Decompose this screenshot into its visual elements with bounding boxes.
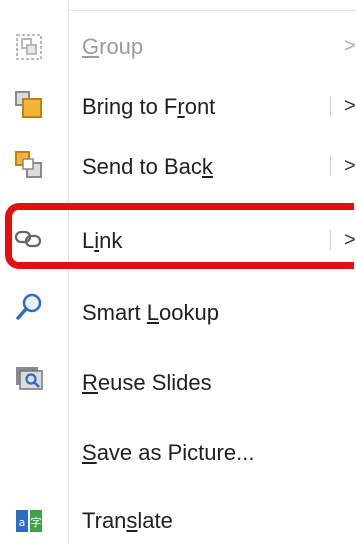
reuse-slides-icon	[14, 364, 44, 394]
smart-lookup-icon	[14, 292, 44, 322]
submenu-arrow-icon: >	[344, 35, 356, 57]
menu-item-link[interactable]: Link >	[0, 210, 356, 266]
menu-item-label: Reuse Slides	[82, 370, 212, 395]
submenu-arrow-icon: >	[344, 155, 356, 177]
menu-item-label: Send to Back	[82, 154, 213, 179]
link-icon	[14, 224, 44, 254]
send-to-back-icon	[14, 150, 44, 180]
svg-text:a: a	[19, 516, 26, 529]
submenu-arrow-icon: >	[344, 95, 356, 117]
menu-item-send-to-back[interactable]: Send to Back >	[0, 138, 356, 194]
submenu-divider	[330, 156, 331, 176]
context-menu: Group > Bring to Front > Send to Back >	[0, 0, 356, 544]
submenu-divider	[330, 230, 331, 250]
menu-separator	[68, 10, 356, 11]
submenu-divider	[330, 96, 331, 116]
menu-item-translate[interactable]: a 字 Translate	[0, 494, 356, 550]
menu-item-label: Save as Picture...	[82, 440, 255, 465]
menu-item-label: Translate	[82, 508, 173, 533]
menu-item-label: Smart Lookup	[82, 300, 219, 325]
menu-item-label: Bring to Front	[82, 94, 216, 119]
group-icon	[14, 32, 44, 62]
menu-item-smart-lookup[interactable]: Smart Lookup	[0, 284, 356, 340]
menu-item-bring-to-front[interactable]: Bring to Front >	[0, 78, 356, 134]
menu-item-reuse-slides[interactable]: Reuse Slides	[0, 354, 356, 410]
menu-item-label: Group	[82, 34, 144, 59]
svg-text:字: 字	[31, 515, 42, 529]
menu-item-group[interactable]: Group >	[0, 18, 356, 74]
menu-item-label: Link	[82, 228, 123, 253]
submenu-arrow-icon: >	[344, 229, 356, 251]
bring-to-front-icon	[14, 90, 44, 120]
menu-item-save-as-picture[interactable]: Save as Picture...	[0, 424, 356, 480]
translate-icon: a 字	[14, 506, 44, 536]
